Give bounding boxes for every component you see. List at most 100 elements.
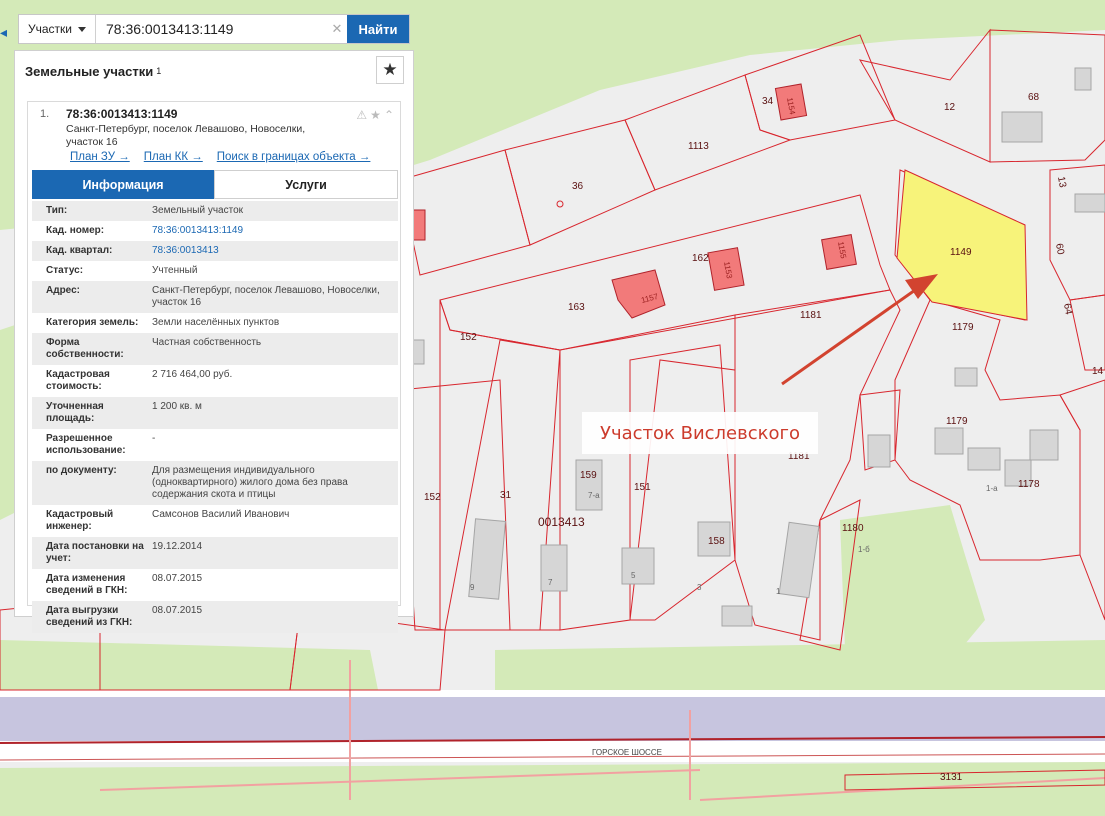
search-input[interactable]	[96, 15, 327, 43]
info-row: Форма собственности: Частная собственност…	[32, 333, 398, 365]
house-number-label: 7	[548, 578, 553, 587]
parcel-label: 151	[634, 482, 651, 493]
tab-information[interactable]: Информация	[32, 170, 214, 199]
parcel-label: 158	[708, 536, 725, 547]
result-address: Санкт-Петербург, поселок Левашово, Новос…	[66, 123, 306, 148]
info-value: Частная собственность	[152, 337, 262, 348]
info-key: Дата выгрузки сведений из ГКН:	[46, 605, 133, 628]
parcel-label: 1179	[946, 416, 968, 427]
parcel-label: 1149	[950, 247, 972, 258]
result-cadastral-number[interactable]: 78:36:0013413:1149	[66, 107, 177, 121]
info-key: Кад. номер:	[46, 225, 105, 236]
house-number-label: 7-а	[588, 491, 600, 500]
info-row: Дата постановки на учет: 19.12.2014	[32, 537, 398, 569]
info-value[interactable]: 78:36:0013413:1149	[152, 225, 398, 237]
link-search-in-bounds[interactable]: Поиск в границах объекта →	[217, 151, 371, 163]
parcel-label: 68	[1028, 92, 1040, 103]
info-row: Адрес: Санкт-Петербург, поселок Левашово,…	[32, 281, 398, 313]
info-row: Уточненная площадь: 1 200 кв. м	[32, 397, 398, 429]
info-key: Уточненная площадь:	[46, 401, 104, 424]
info-key: по документу:	[46, 465, 117, 476]
house-number-label: 1	[776, 587, 781, 596]
result-tabs: Информация Услуги	[32, 170, 398, 199]
info-value: Учтенный	[152, 265, 198, 276]
info-key: Разрешенное использование:	[46, 433, 126, 456]
info-value: 19.12.2014	[152, 541, 203, 552]
info-key: Кадастровый инженер:	[46, 509, 114, 532]
favorite-star-button[interactable]: ★	[376, 56, 404, 84]
road-surface	[0, 697, 1105, 741]
green-area-bottom	[0, 762, 1105, 816]
info-value: Земли населённых пунктов	[152, 317, 280, 328]
search-button[interactable]: Найти	[347, 15, 409, 43]
block-label: 0013413	[538, 515, 585, 529]
parcel-label: 152	[460, 332, 477, 343]
chevron-down-icon	[78, 26, 86, 32]
star-icon[interactable]: ★	[370, 108, 381, 122]
parcel-label: 1180	[842, 523, 864, 534]
info-row: Кад. номер: 78:36:0013413:1149	[32, 221, 398, 241]
info-row: Кад. квартал: 78:36:0013413	[32, 241, 398, 261]
parcel-label: 159	[580, 470, 597, 481]
parcel-label: 36	[572, 181, 584, 192]
info-table: Тип: Земельный участок Кад. номер: 78:36:00…	[32, 201, 398, 633]
info-key: Форма собственности:	[46, 337, 124, 360]
parcel-label: 1181	[800, 310, 822, 321]
info-value: -	[152, 433, 156, 444]
chevron-up-icon[interactable]: ⌃	[384, 108, 394, 122]
parcel-label: 12	[944, 102, 956, 113]
info-value: Санкт-Петербург, поселок Левашово, Новос…	[152, 285, 380, 308]
back-arrow-icon[interactable]: ◂	[0, 24, 7, 41]
parcel-label: 1113	[688, 141, 709, 152]
search-type-dropdown[interactable]: Участки	[19, 15, 96, 43]
info-value: 1 200 кв. м	[152, 401, 202, 412]
clear-icon[interactable]: ✕	[327, 21, 347, 37]
house-number-label: 5	[631, 571, 636, 580]
info-row: Статус: Учтенный	[32, 261, 398, 281]
house-number-label: 9	[470, 583, 475, 592]
house-number-label: 3	[697, 583, 702, 592]
panel-header: Земельные участки 1	[15, 51, 413, 91]
info-value: 2 716 464,00 руб.	[152, 369, 233, 380]
house-number-label: 1-а	[986, 484, 998, 493]
info-key: Дата постановки на учет:	[46, 541, 144, 564]
parcel-label: 1179	[952, 322, 974, 333]
search-bar: Участки ✕ Найти	[18, 14, 410, 44]
info-key: Статус:	[46, 265, 84, 276]
link-plan-kk[interactable]: План КК →	[144, 151, 203, 163]
result-index: 1.	[40, 108, 50, 120]
parcel-label: 1178	[1018, 479, 1040, 490]
result-count: 1	[156, 66, 162, 76]
link-plan-zu[interactable]: План ЗУ →	[70, 151, 130, 163]
results-panel: Земельные участки 1 ★ 1. 78:36:0013413:1…	[14, 50, 414, 633]
info-row: Разрешенное использование: -	[32, 429, 398, 461]
info-key: Дата изменения сведений в ГКН:	[46, 573, 128, 596]
warning-icon[interactable]: ⚠	[356, 108, 367, 122]
parcel-label: 162	[692, 253, 709, 264]
info-key: Категория земель:	[46, 317, 139, 328]
info-row: Кадастровый инженер: Самсонов Василий Ива…	[32, 505, 398, 537]
parcel-label: 31	[500, 490, 512, 501]
parcel-label: 14	[1092, 366, 1104, 377]
info-value: Самсонов Василий Иванович	[152, 509, 290, 520]
map-annotation: Участок Вислевского	[582, 412, 818, 454]
info-row: Кадастровая стоимость: 2 716 464,00 руб.	[32, 365, 398, 397]
info-key: Адрес:	[46, 285, 80, 296]
road-label: ГОРСКОЕ ШОССЕ	[592, 748, 662, 757]
info-row: Категория земель: Земли населённых пункто…	[32, 313, 398, 333]
result-actions: ⚠ ★ ⌃	[356, 108, 394, 122]
info-value: Земельный участок	[152, 205, 244, 216]
result-card: 1. 78:36:0013413:1149 Санкт-Петербург, п…	[27, 101, 401, 633]
house-number-label: 1-б	[858, 545, 870, 554]
info-key: Кадастровая стоимость:	[46, 369, 110, 392]
search-type-label: Участки	[28, 22, 72, 36]
info-value[interactable]: 78:36:0013413	[152, 245, 398, 257]
tab-services[interactable]: Услуги	[214, 170, 398, 199]
info-row: Тип: Земельный участок	[32, 201, 398, 221]
info-row: Дата изменения сведений в ГКН: 08.07.2015	[32, 569, 398, 601]
info-value: 08.07.2015	[152, 573, 203, 584]
parcel-label: 34	[762, 96, 774, 107]
info-row: по документу: Для размещения индивидуальн…	[32, 461, 398, 505]
info-value: 08.07.2015	[152, 605, 203, 616]
parcel-label: 163	[568, 302, 585, 313]
